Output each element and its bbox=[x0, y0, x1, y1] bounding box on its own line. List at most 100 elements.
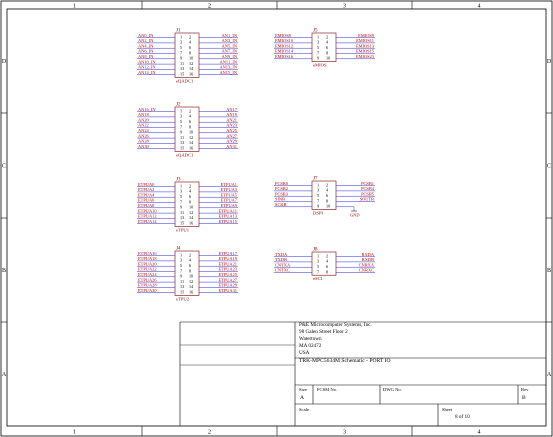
pin-number: 14 bbox=[189, 215, 194, 220]
pin-number: 11 bbox=[180, 61, 184, 66]
pin-number: 1 bbox=[317, 182, 319, 187]
connector-j1: J1eQADC11 2AN0_IN AN1_IN3 4AN2_IN AN3_IN5 6AN… bbox=[137, 29, 238, 83]
net-label: AN13_IN bbox=[219, 65, 237, 70]
row-label-left: D bbox=[2, 59, 7, 65]
pin-number: 16 bbox=[189, 72, 193, 77]
net-label: AN24 bbox=[138, 128, 150, 133]
pin-number: 2 bbox=[326, 34, 328, 39]
column-label-bottom: 3 bbox=[343, 430, 346, 436]
pin-number: 3 bbox=[317, 40, 319, 45]
net-label: AN8_IN bbox=[138, 54, 154, 59]
title-block: P&E Microcomputer Systems, Inc. 98 Galen… bbox=[179, 321, 546, 426]
pin-number: 16 bbox=[189, 221, 193, 226]
net-label: AN28 bbox=[138, 139, 150, 144]
row-label-right: C bbox=[547, 164, 551, 170]
net-label: EMIOS10 bbox=[275, 38, 294, 43]
pin-number: 5 bbox=[180, 194, 182, 199]
size-value: A bbox=[300, 395, 304, 401]
pin-number: 3 bbox=[317, 259, 319, 264]
connector-j5: J5 eMIOS 1 2 EMIOS8 EMIOS9 3 4 EMIOS10 EMIOS11 5 6 E… bbox=[274, 29, 375, 68]
column-label-top: 1 bbox=[73, 4, 76, 10]
pin-number: 8 bbox=[326, 198, 328, 203]
column-label-top: 2 bbox=[208, 4, 211, 10]
connector-body bbox=[174, 106, 200, 152]
pin-number: 4 bbox=[326, 259, 329, 264]
pin-number: 3 bbox=[180, 114, 182, 119]
net-label: EMIOS16 bbox=[275, 54, 294, 59]
sheet-label: Sheet bbox=[442, 407, 453, 412]
connector-value: eSCI bbox=[313, 276, 323, 281]
net-label: ETPUA1 bbox=[221, 182, 237, 187]
net-label: AN11_IN bbox=[220, 59, 238, 64]
pin-number: 1 bbox=[180, 252, 182, 257]
pin-number: 15 bbox=[180, 146, 184, 151]
net-label: AN4_IN bbox=[138, 43, 154, 48]
net-label: EMIOS8 bbox=[275, 33, 292, 38]
net-label: PCSB0 bbox=[275, 181, 289, 186]
connector-ref: J1 bbox=[176, 29, 181, 34]
rev-value: B bbox=[522, 395, 526, 401]
net-label: TXDB bbox=[275, 257, 287, 262]
net-label: ETPUA19 bbox=[218, 256, 237, 261]
net-label: PCSB1 bbox=[361, 181, 374, 186]
pin-number: 13 bbox=[180, 66, 184, 71]
connector-body bbox=[174, 250, 200, 296]
net-label: AN20 bbox=[138, 117, 150, 122]
net-label: ETPUA27 bbox=[218, 277, 237, 282]
pin-number: 7 bbox=[317, 269, 319, 274]
pin-number: 14 bbox=[189, 140, 194, 145]
net-label: AN3_IN bbox=[222, 38, 238, 43]
net-label: ETPUA12 bbox=[138, 214, 157, 219]
column-label-top: 4 bbox=[478, 4, 481, 10]
net-label: AN14_IN bbox=[138, 70, 156, 75]
net-label: AN25 bbox=[226, 128, 238, 133]
net-label: ETPUA28 bbox=[138, 283, 157, 288]
net-label: ETPUA5 bbox=[221, 192, 238, 197]
company-line-5: USA bbox=[299, 350, 310, 356]
pin-number: 4 bbox=[189, 114, 192, 119]
connector-ref: J3 bbox=[176, 178, 181, 183]
pin-number: 6 bbox=[326, 45, 328, 50]
net-label: EMIOS9 bbox=[358, 33, 375, 38]
net-label: AN23 bbox=[226, 123, 238, 128]
pin-number: 11 bbox=[180, 279, 184, 284]
components-layer: J1eQADC11 2AN0_IN AN1_IN3 4AN2_IN AN3_IN5 6AN… bbox=[137, 29, 375, 301]
net-label: SOUTB bbox=[360, 197, 374, 202]
pin-number: 10 bbox=[326, 56, 330, 61]
gnd-label: GND bbox=[350, 213, 360, 218]
connector-j4: J4eTPU21 2ETPUA16 ETPUA173 4ETPUA18 ETPUA195… bbox=[137, 247, 238, 301]
net-label: PCSB3 bbox=[275, 191, 289, 196]
column-label-top: 3 bbox=[343, 4, 346, 10]
pin-number: 2 bbox=[189, 108, 191, 113]
net-label: AN12_IN bbox=[138, 65, 156, 70]
inner-border bbox=[6, 8, 547, 427]
net-label: CNRXC bbox=[359, 268, 374, 273]
net-label: SCKB bbox=[275, 202, 287, 207]
net-label: ETPUA10 bbox=[138, 208, 157, 213]
connector-value: eQADC1 bbox=[176, 152, 194, 157]
pin-number: 1 bbox=[180, 34, 182, 39]
net-label: ETPUA31 bbox=[218, 288, 237, 293]
pin-number: 12 bbox=[189, 61, 193, 66]
net-label: AN18 bbox=[138, 112, 150, 117]
net-label: SINB bbox=[275, 197, 285, 202]
column-label-bottom: 1 bbox=[73, 430, 76, 436]
pin-number: 3 bbox=[180, 258, 182, 263]
net-label: ETPUA23 bbox=[218, 267, 237, 272]
pin-number: 6 bbox=[189, 263, 191, 268]
connector-j7: J7 DSPI 1 2 PCSB0 PCSB1 3 4 PCSB2 PCSB4 5 6 PCSB3 PCS… bbox=[274, 177, 375, 218]
net-label: ETPUA14 bbox=[138, 219, 157, 224]
pin-number: 2 bbox=[326, 253, 328, 258]
net-label: AN9_IN bbox=[222, 54, 238, 59]
pin-number: 15 bbox=[180, 72, 184, 77]
pin-number: 10 bbox=[189, 274, 193, 279]
pin-number: 12 bbox=[189, 135, 193, 140]
net-label: AN10_IN bbox=[138, 59, 156, 64]
net-label: AN16_IN bbox=[138, 107, 156, 112]
pin-number: 6 bbox=[189, 45, 191, 50]
schematic-sheet: 11223344DDCCBBAA J1 eQADC1 1 2 AN0_IN AN1_IN 3… bbox=[0, 0, 553, 437]
pin-number: 15 bbox=[180, 221, 184, 226]
pin-number: 5 bbox=[317, 264, 319, 269]
scale-label: Scale bbox=[299, 407, 309, 412]
pin-number: 7 bbox=[180, 124, 182, 129]
